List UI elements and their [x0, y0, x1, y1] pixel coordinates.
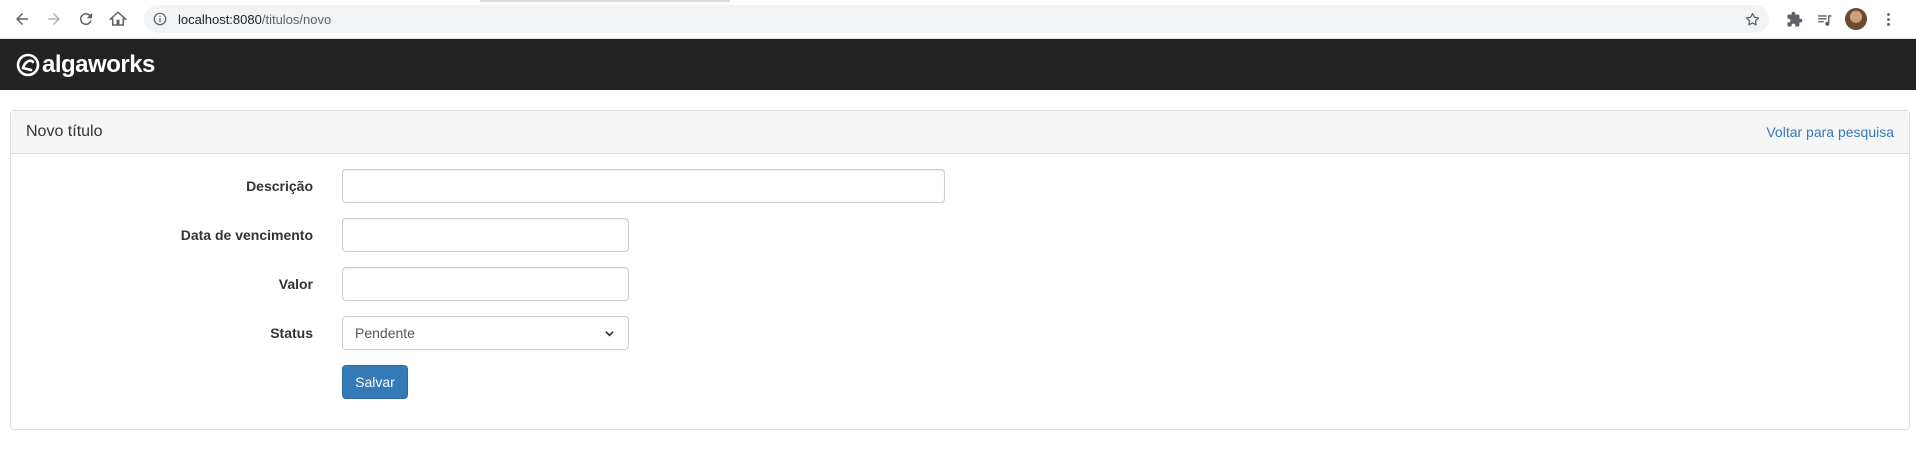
brand-logo-link[interactable]: algaworks — [16, 51, 155, 79]
brand-name: algaworks — [42, 50, 155, 78]
new-title-panel: Novo título Voltar para pesquisa Descriç… — [10, 110, 1910, 430]
form-row-valor: Valor — [11, 267, 1911, 301]
descricao-input[interactable] — [342, 169, 945, 203]
vencimento-label: Data de vencimento — [180, 227, 313, 243]
menu-kebab-icon[interactable] — [1873, 4, 1903, 34]
browser-toolbar: localhost:8080/titulos/novo — [0, 0, 1916, 39]
form-row-vencimento: Data de vencimento — [11, 218, 1911, 252]
form-row-descricao: Descrição — [11, 169, 1911, 203]
form-row-status: Status Pendente — [11, 316, 1911, 350]
reload-icon[interactable] — [70, 3, 102, 35]
save-button[interactable]: Salvar — [342, 365, 408, 399]
chevron-down-icon — [604, 327, 616, 339]
descricao-label: Descrição — [246, 178, 313, 194]
page-title: Novo título — [26, 123, 103, 140]
back-to-search-link[interactable]: Voltar para pesquisa — [1766, 124, 1894, 140]
app-navbar: algaworks — [0, 39, 1916, 90]
forward-arrow-icon[interactable] — [38, 3, 70, 35]
valor-label: Valor — [278, 276, 313, 292]
media-queue-icon[interactable] — [1809, 4, 1839, 34]
panel-heading: Novo título Voltar para pesquisa — [11, 111, 1909, 154]
extensions-puzzle-icon[interactable] — [1779, 4, 1809, 34]
vencimento-input[interactable] — [342, 218, 629, 252]
profile-avatar[interactable] — [1845, 8, 1867, 30]
bookmark-star-icon[interactable] — [1743, 10, 1761, 28]
valor-input[interactable] — [342, 267, 629, 301]
algaworks-logo-icon — [16, 53, 40, 76]
home-icon[interactable] — [102, 3, 134, 35]
url-text: localhost:8080/titulos/novo — [178, 12, 331, 27]
status-label: Status — [270, 325, 313, 341]
url-host: localhost:8080 — [178, 11, 262, 27]
info-icon[interactable] — [152, 11, 168, 27]
tab-indicator — [480, 0, 730, 2]
back-arrow-icon[interactable] — [6, 3, 38, 35]
status-selected-value: Pendente — [355, 325, 415, 341]
address-bar[interactable]: localhost:8080/titulos/novo — [144, 5, 1769, 33]
url-path: /titulos/novo — [261, 11, 332, 27]
status-select[interactable]: Pendente — [342, 316, 629, 350]
